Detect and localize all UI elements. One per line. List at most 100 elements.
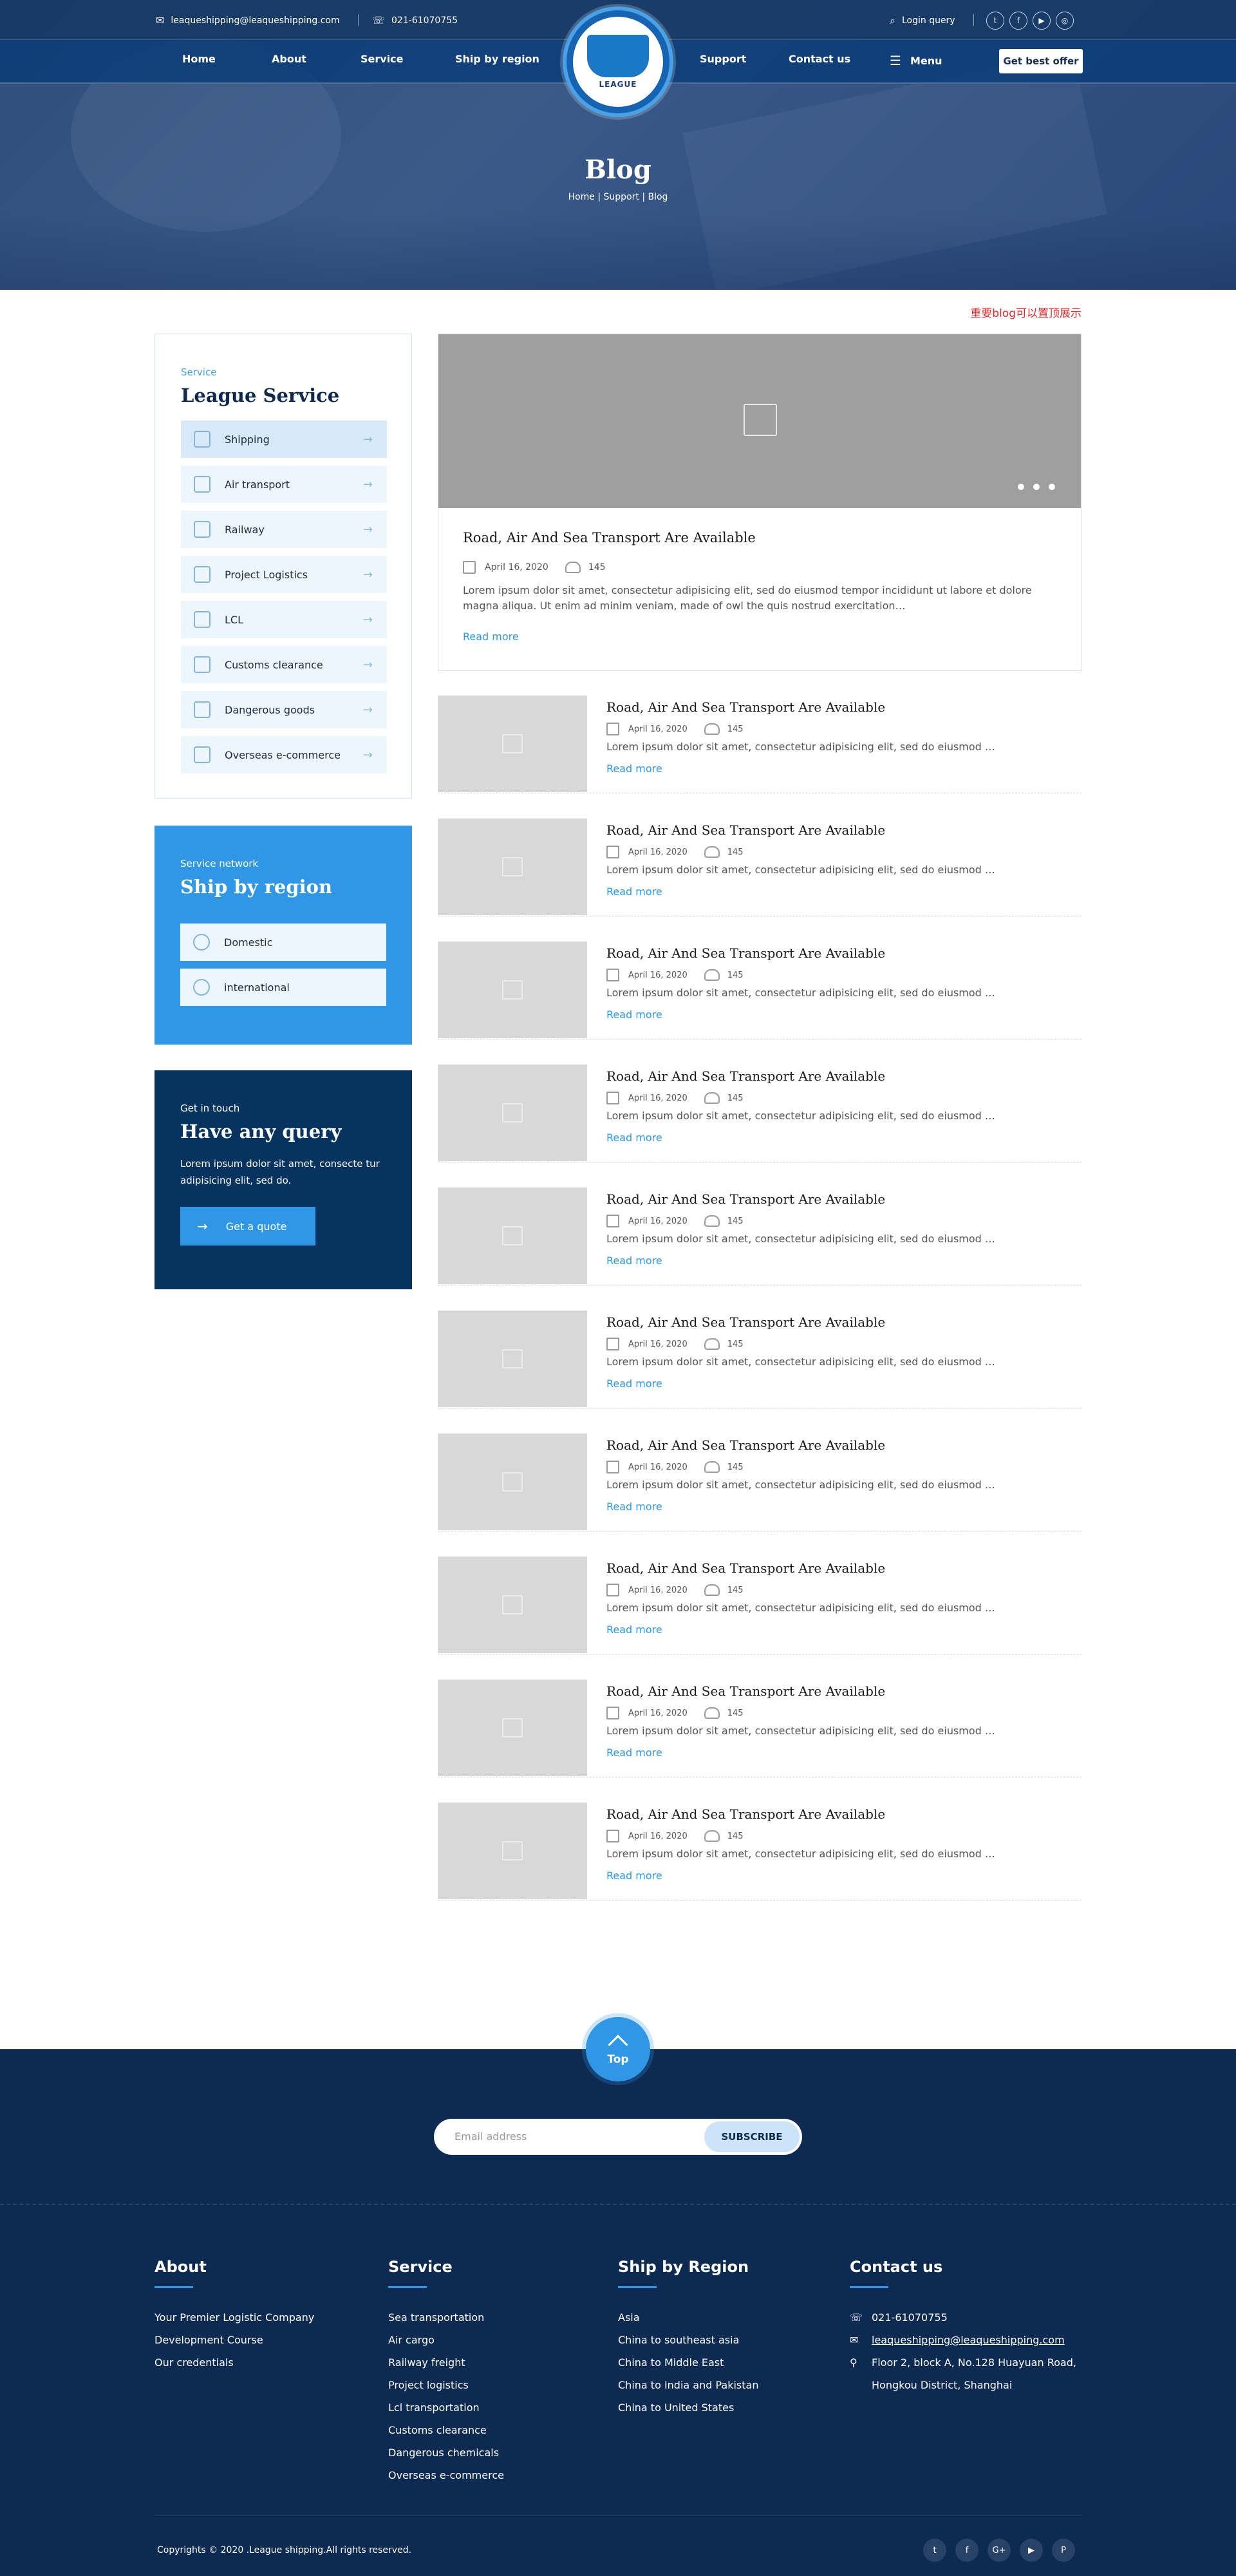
back-to-top-button[interactable]: Top (586, 2017, 650, 2081)
post-title[interactable]: Road, Air And Sea Transport Are Availabl… (606, 1806, 885, 1822)
instagram-icon[interactable]: ◎ (1056, 12, 1074, 30)
region-international[interactable]: international (180, 969, 386, 1006)
footer-link[interactable]: Asia (618, 2311, 758, 2334)
list-item[interactable]: Road, Air And Sea Transport Are Availabl… (438, 1434, 1082, 1531)
footer-link[interactable]: Sea transportation (388, 2311, 504, 2334)
post-title[interactable]: Road, Air And Sea Transport Are Availabl… (606, 1314, 885, 1330)
footer-link[interactable]: China to Middle East (618, 2356, 758, 2379)
post-title[interactable]: Road, Air And Sea Transport Are Availabl… (606, 1068, 885, 1084)
region-domestic[interactable]: Domestic (180, 923, 386, 961)
post-title[interactable]: Road, Air And Sea Transport Are Availabl… (606, 945, 885, 961)
nav-contact[interactable]: Contact us (789, 53, 850, 65)
footer-link[interactable]: Railway freight (388, 2356, 504, 2379)
footer-link[interactable]: Customs clearance (388, 2424, 504, 2447)
post-thumbnail[interactable] (438, 1434, 587, 1530)
login-query[interactable]: ⌕ Login query (890, 14, 955, 27)
footer-link[interactable]: Project logistics (388, 2379, 504, 2401)
sidebar-item-customs-clearance[interactable]: Customs clearance → (181, 646, 387, 683)
footer-link[interactable]: Our credentials (154, 2356, 314, 2379)
post-thumbnail[interactable] (438, 1557, 587, 1653)
post-thumbnail[interactable] (438, 1065, 587, 1161)
top-phone[interactable]: ☏ 021-61070755 (372, 14, 458, 26)
post-thumbnail[interactable] (438, 1311, 587, 1407)
sidebar-item-railway[interactable]: Railway → (181, 511, 387, 548)
footer-link[interactable]: Lcl transportation (388, 2401, 504, 2424)
read-more-link[interactable]: Read more (606, 1009, 662, 1021)
post-title[interactable]: Road, Air And Sea Transport Are Availabl… (606, 822, 885, 838)
subscribe-button[interactable]: SUBSCRIBE (704, 2121, 800, 2152)
list-item[interactable]: Road, Air And Sea Transport Are Availabl… (438, 1803, 1082, 1900)
post-thumbnail[interactable] (438, 1188, 587, 1284)
post-thumbnail[interactable] (438, 819, 587, 915)
footer-link[interactable]: Dangerous chemicals (388, 2447, 504, 2469)
nav-menu[interactable]: ☰ Menu (890, 53, 942, 68)
sidebar-item-shipping[interactable]: Shipping → (181, 421, 387, 458)
get-quote-button[interactable]: → Get a quote (180, 1207, 315, 1245)
carousel-dot[interactable] (1018, 484, 1024, 490)
post-title[interactable]: Road, Air And Sea Transport Are Availabl… (606, 1191, 885, 1207)
list-item[interactable]: Road, Air And Sea Transport Are Availabl… (438, 819, 1082, 916)
post-title[interactable]: Road, Air And Sea Transport Are Availabl… (606, 1683, 885, 1699)
league-logo[interactable]: LEAGUE (563, 6, 673, 117)
read-more-link[interactable]: Read more (606, 1132, 662, 1144)
post-thumbnail[interactable] (438, 1803, 587, 1899)
post-thumbnail[interactable] (438, 942, 587, 1038)
nav-ship-by-region[interactable]: Ship by region (455, 53, 539, 65)
footer-link[interactable]: China to India and Pakistan (618, 2379, 758, 2401)
email-input[interactable]: Email address (454, 2130, 527, 2143)
read-more-link[interactable]: Read more (606, 762, 662, 775)
list-item[interactable]: Road, Air And Sea Transport Are Availabl… (438, 696, 1082, 793)
sidebar-item-lcl[interactable]: LCL → (181, 601, 387, 638)
post-thumbnail[interactable] (438, 1680, 587, 1776)
post-thumbnail[interactable] (438, 696, 587, 792)
post-title[interactable]: Road, Air And Sea Transport Are Availabl… (606, 1437, 885, 1453)
read-more-link[interactable]: Read more (606, 1870, 662, 1882)
list-item[interactable]: Road, Air And Sea Transport Are Availabl… (438, 1188, 1082, 1285)
youtube-icon[interactable]: ▶ (1020, 2539, 1043, 2562)
carousel-dot[interactable] (1049, 484, 1055, 490)
nav-service[interactable]: Service (360, 53, 404, 65)
nav-support[interactable]: Support (700, 53, 746, 65)
footer-link[interactable]: Air cargo (388, 2334, 504, 2356)
sidebar-item-dangerous-goods[interactable]: Dangerous goods → (181, 691, 387, 728)
contact-email[interactable]: ✉ leaqueshipping@leaqueshipping.com (850, 2334, 1076, 2356)
list-item[interactable]: Road, Air And Sea Transport Are Availabl… (438, 1311, 1082, 1408)
footer-link[interactable]: China to United States (618, 2401, 758, 2424)
twitter-icon[interactable]: t (923, 2539, 946, 2562)
contact-phone[interactable]: ☏ 021-61070755 (850, 2311, 1076, 2334)
carousel-dots[interactable] (1018, 484, 1055, 490)
footer-link[interactable]: Overseas e-commerce (388, 2469, 504, 2492)
list-item[interactable]: Road, Air And Sea Transport Are Availabl… (438, 1557, 1082, 1654)
read-more-link[interactable]: Read more (606, 1624, 662, 1636)
read-more-link[interactable]: Read more (606, 1255, 662, 1267)
list-item[interactable]: Road, Air And Sea Transport Are Availabl… (438, 942, 1082, 1039)
featured-post[interactable]: Road, Air And Sea Transport Are Availabl… (438, 334, 1082, 671)
post-title[interactable]: Road, Air And Sea Transport Are Availabl… (606, 699, 885, 715)
read-more-link[interactable]: Read more (463, 630, 519, 643)
facebook-icon[interactable]: f (1009, 12, 1027, 30)
post-title[interactable]: Road, Air And Sea Transport Are Availabl… (606, 1560, 885, 1576)
read-more-link[interactable]: Read more (606, 886, 662, 898)
sidebar-item-project-logistics[interactable]: Project Logistics → (181, 556, 387, 593)
breadcrumb[interactable]: Home | Support | Blog (0, 192, 1236, 202)
footer-link[interactable]: China to southeast asia (618, 2334, 758, 2356)
youtube-icon[interactable]: ▶ (1033, 12, 1051, 30)
carousel-dot[interactable] (1033, 484, 1040, 490)
sidebar-item-overseas-ecommerce[interactable]: Overseas e-commerce → (181, 736, 387, 773)
sidebar-item-air-transport[interactable]: Air transport → (181, 466, 387, 503)
pinterest-icon[interactable]: P (1052, 2539, 1075, 2562)
google-plus-icon[interactable]: G+ (988, 2539, 1011, 2562)
featured-title[interactable]: Road, Air And Sea Transport Are Availabl… (463, 530, 756, 545)
list-item[interactable]: Road, Air And Sea Transport Are Availabl… (438, 1065, 1082, 1162)
footer-link[interactable]: Your Premier Logistic Company (154, 2311, 314, 2334)
nav-home[interactable]: Home (182, 53, 216, 65)
twitter-icon[interactable]: t (986, 12, 1004, 30)
list-item[interactable]: Road, Air And Sea Transport Are Availabl… (438, 1680, 1082, 1777)
read-more-link[interactable]: Read more (606, 1747, 662, 1759)
top-email[interactable]: ✉ leaqueshipping@leaqueshipping.com (156, 14, 340, 26)
facebook-icon[interactable]: f (955, 2539, 979, 2562)
read-more-link[interactable]: Read more (606, 1378, 662, 1390)
read-more-link[interactable]: Read more (606, 1501, 662, 1513)
get-best-offer-button[interactable]: Get best offer (999, 49, 1083, 73)
footer-link[interactable]: Development Course (154, 2334, 314, 2356)
